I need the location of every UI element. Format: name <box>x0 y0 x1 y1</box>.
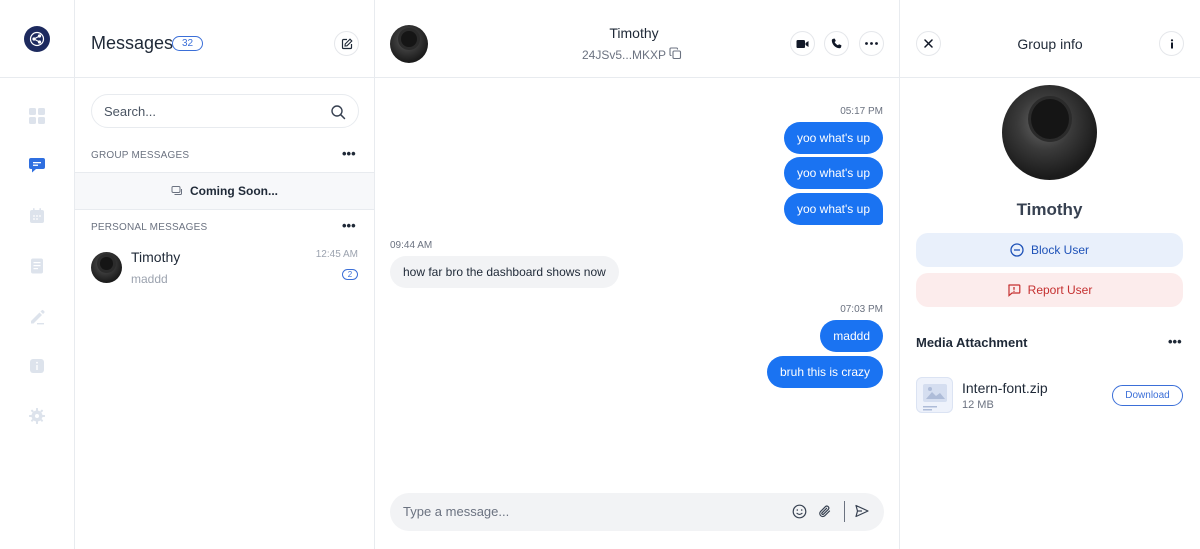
contact-id: 24JSv5...MKXP <box>582 48 667 62</box>
compose-icon <box>341 37 353 49</box>
video-call-icon <box>796 39 809 48</box>
messaging-app: Messages 32 GROUP MESSAGES ••• Coming So… <box>0 0 1200 549</box>
conversation-preview: maddd <box>131 272 168 286</box>
unread-badge: 2 <box>342 269 358 280</box>
search-icon[interactable] <box>330 104 346 120</box>
block-user-label: Block User <box>1030 243 1089 257</box>
sidebar-rail <box>0 0 75 549</box>
message-bubble-incoming[interactable]: how far bro the dashboard shows now <box>390 256 619 288</box>
message-bubble-outgoing[interactable]: yoo what's up <box>783 157 883 189</box>
message-input[interactable] <box>403 504 763 519</box>
chat-header: Timothy 24JSv5...MKXP <box>375 0 899 78</box>
messages-title: Messages <box>91 33 174 53</box>
block-user-button[interactable]: Block User <box>916 233 1183 267</box>
contact-name: Timothy <box>609 25 659 41</box>
details-button[interactable] <box>1159 31 1184 56</box>
search-input[interactable] <box>104 104 324 119</box>
group-info-header: Group info <box>900 0 1200 78</box>
search-bar <box>91 94 359 128</box>
chat-bubbles-icon <box>171 186 182 195</box>
send-icon[interactable] <box>855 504 869 518</box>
chat-panel: Timothy 24JSv5...MKXP 05:17 PM yoo what'… <box>375 0 900 549</box>
conversation-item[interactable]: Timothy maddd 12:45 AM 2 <box>75 240 374 296</box>
message-bubble-outgoing[interactable]: yoo what's up <box>783 122 883 154</box>
profile-name: Timothy <box>1016 200 1083 219</box>
chat-more-button[interactable] <box>859 31 884 56</box>
messages-count-badge: 32 <box>172 36 203 51</box>
personal-messages-label: PERSONAL MESSAGES <box>91 222 208 233</box>
calendar-icon[interactable] <box>25 204 49 228</box>
logo-area <box>0 0 74 78</box>
personal-messages-more-button[interactable]: ••• <box>342 219 356 232</box>
compose-button[interactable] <box>334 31 359 56</box>
media-more-button[interactable]: ••• <box>1168 335 1182 348</box>
message-timestamp: 09:44 AM <box>390 240 433 251</box>
block-icon <box>1010 243 1024 257</box>
attachment-file-name: Intern-font.zip <box>962 380 1048 396</box>
report-icon <box>1007 284 1021 297</box>
document-icon[interactable] <box>25 254 49 278</box>
phone-icon <box>831 38 842 49</box>
report-user-button[interactable]: Report User <box>916 273 1183 307</box>
profile-avatar <box>1002 85 1097 180</box>
messages-panel: Messages 32 GROUP MESSAGES ••• Coming So… <box>75 0 375 549</box>
file-thumbnail-icon <box>916 377 953 413</box>
group-info-title: Group info <box>1017 36 1083 52</box>
conversation-time: 12:45 AM <box>315 249 358 260</box>
info-icon[interactable] <box>25 354 49 378</box>
conversation-name: Timothy <box>131 249 181 265</box>
group-messages-placeholder: Coming Soon... <box>75 172 374 210</box>
attachment-file-size: 12 MB <box>962 399 994 411</box>
phone-call-button[interactable] <box>824 31 849 56</box>
composer-divider <box>844 501 845 522</box>
attach-icon[interactable] <box>818 504 832 519</box>
message-bubble-outgoing[interactable]: bruh this is crazy <box>766 356 883 388</box>
emoji-icon[interactable] <box>792 504 807 519</box>
more-icon <box>865 42 878 45</box>
message-timestamp: 07:03 PM <box>840 304 883 315</box>
group-messages-more-button[interactable]: ••• <box>342 147 356 160</box>
message-bubble-outgoing[interactable]: maddd <box>820 320 883 352</box>
message-composer <box>390 493 884 531</box>
media-attachment-title: Media Attachment <box>916 335 1028 350</box>
group-info-panel: Group info Timothy Block User Report Use… <box>900 0 1200 549</box>
coming-soon-text: Coming Soon... <box>190 184 278 198</box>
video-call-button[interactable] <box>790 31 815 56</box>
report-user-label: Report User <box>1027 283 1093 297</box>
dashboard-icon[interactable] <box>25 104 49 128</box>
info-icon <box>1170 38 1173 48</box>
edit-icon[interactable] <box>25 305 49 329</box>
message-timestamp: 05:17 PM <box>840 106 883 117</box>
group-messages-label: GROUP MESSAGES <box>91 150 190 161</box>
avatar <box>91 252 122 283</box>
settings-icon[interactable] <box>25 404 49 428</box>
messages-icon[interactable] <box>25 153 49 177</box>
messages-header: Messages 32 <box>75 0 374 78</box>
app-logo-icon[interactable] <box>24 25 50 52</box>
copy-icon[interactable] <box>669 47 682 60</box>
message-bubble-outgoing[interactable]: yoo what's up <box>783 193 883 225</box>
download-button[interactable]: Download <box>1112 385 1183 406</box>
